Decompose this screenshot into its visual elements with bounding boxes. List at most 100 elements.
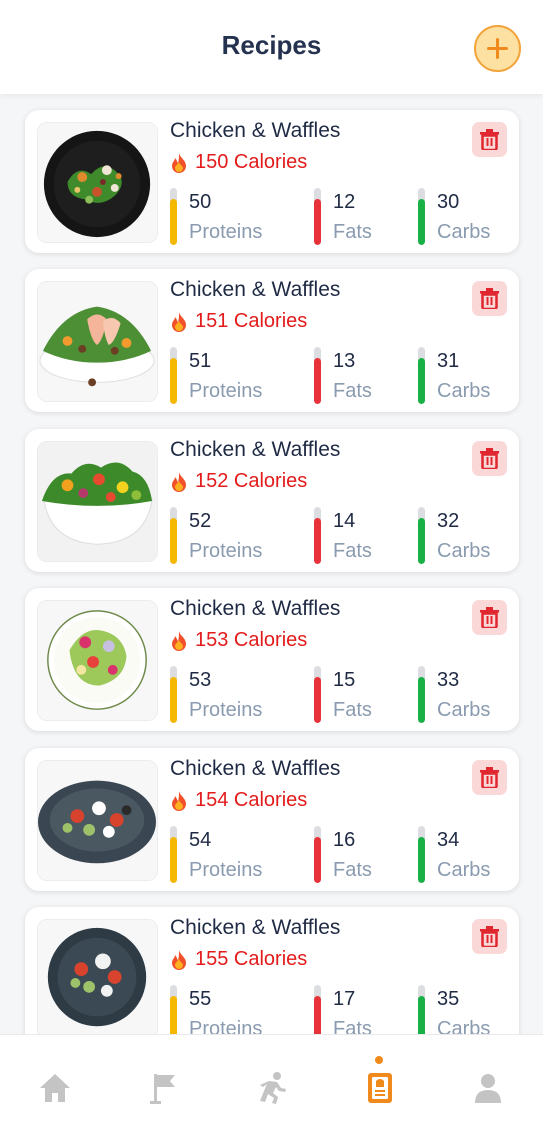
fats-label: Fats (333, 380, 372, 402)
nav-profile[interactable] (433, 1035, 541, 1125)
trash-icon (480, 607, 499, 628)
fats-value: 16 (333, 829, 356, 851)
carbs-value: 34 (437, 829, 460, 851)
proteins-label: Proteins (189, 540, 263, 562)
proteins-label: Proteins (189, 221, 263, 243)
recipe-name: Chicken & Waffles (170, 119, 341, 142)
calories-value: 152 Calories (195, 470, 308, 492)
delete-button[interactable] (472, 122, 507, 157)
flame-icon (172, 949, 186, 970)
proteins-fill (170, 677, 177, 723)
macro-fats: 15 Fats (314, 666, 424, 724)
proteins-label: Proteins (189, 1018, 263, 1034)
profile-icon (475, 1074, 501, 1103)
fats-label: Fats (333, 221, 372, 243)
trash-icon (480, 926, 499, 947)
delete-button[interactable] (472, 760, 507, 795)
proteins-fill (170, 518, 177, 564)
recipe-book-icon (368, 1073, 392, 1103)
carbs-fill (418, 518, 425, 564)
nav-goals[interactable] (108, 1035, 216, 1125)
proteins-fill (170, 837, 177, 883)
recipe-card[interactable]: Chicken & Waffles 151 Calories 51 Protei… (25, 269, 519, 412)
carbs-value: 32 (437, 510, 460, 532)
carbs-fill (418, 199, 425, 245)
fats-bar (314, 188, 321, 245)
recipe-name: Chicken & Waffles (170, 597, 341, 620)
carbs-fill (418, 358, 425, 404)
recipe-card[interactable]: Chicken & Waffles 150 Calories 50 Protei… (25, 110, 519, 253)
recipe-card[interactable]: Chicken & Waffles 155 Calories 55 Protei… (25, 907, 519, 1034)
delete-button[interactable] (472, 600, 507, 635)
app-header: Recipes (0, 0, 543, 94)
recipe-image (37, 760, 158, 881)
macro-carbs: 32 Carbs (418, 507, 528, 565)
add-recipe-button[interactable] (474, 25, 521, 72)
home-icon (40, 1074, 70, 1102)
fats-bar (314, 826, 321, 883)
proteins-value: 53 (189, 669, 212, 691)
nav-recipes[interactable] (325, 1035, 433, 1125)
recipe-image (37, 919, 158, 1034)
page-title: Recipes (221, 30, 322, 60)
proteins-value: 51 (189, 350, 212, 372)
proteins-label: Proteins (189, 380, 263, 402)
fats-label: Fats (333, 540, 372, 562)
macro-carbs: 31 Carbs (418, 347, 528, 405)
proteins-fill (170, 199, 177, 245)
flame-icon (172, 630, 186, 651)
macro-fats: 16 Fats (314, 826, 424, 884)
fats-fill (314, 996, 321, 1034)
carbs-bar (418, 985, 425, 1034)
calories: 153 Calories (171, 629, 307, 652)
proteins-value: 54 (189, 829, 212, 851)
carbs-label: Carbs (437, 540, 491, 562)
carbs-fill (418, 837, 425, 883)
flame-icon (172, 311, 186, 332)
fats-bar (314, 347, 321, 404)
carbs-label: Carbs (437, 380, 491, 402)
macro-proteins: 54 Proteins (170, 826, 280, 884)
fats-value: 12 (333, 191, 356, 213)
carbs-value: 30 (437, 191, 460, 213)
fats-value: 13 (333, 350, 356, 372)
proteins-fill (170, 996, 177, 1034)
fats-bar (314, 985, 321, 1034)
recipes-screen: Recipes Chicken & Waffles 150 Calories 5… (0, 0, 543, 1125)
carbs-fill (418, 996, 425, 1034)
trash-icon (480, 767, 499, 788)
delete-button[interactable] (472, 441, 507, 476)
recipe-list[interactable]: Chicken & Waffles 150 Calories 50 Protei… (0, 94, 543, 1034)
recipe-card[interactable]: Chicken & Waffles 154 Calories 54 Protei… (25, 748, 519, 891)
recipe-image (37, 122, 158, 243)
delete-button[interactable] (472, 919, 507, 954)
macro-proteins: 50 Proteins (170, 188, 280, 246)
carbs-label: Carbs (437, 859, 491, 881)
macro-carbs: 35 Carbs (418, 985, 528, 1034)
proteins-bar (170, 347, 177, 404)
macro-fats: 14 Fats (314, 507, 424, 565)
active-indicator (375, 1056, 383, 1064)
recipe-card[interactable]: Chicken & Waffles 153 Calories 53 Protei… (25, 588, 519, 731)
macro-fats: 17 Fats (314, 985, 424, 1034)
running-icon (260, 1072, 286, 1104)
proteins-fill (170, 358, 177, 404)
nav-activity[interactable] (217, 1035, 325, 1125)
macro-proteins: 55 Proteins (170, 985, 280, 1034)
calories-value: 154 Calories (195, 789, 308, 811)
proteins-value: 52 (189, 510, 212, 532)
delete-button[interactable] (472, 281, 507, 316)
fats-fill (314, 518, 321, 564)
proteins-bar (170, 507, 177, 564)
nav-home[interactable] (0, 1035, 108, 1125)
carbs-bar (418, 826, 425, 883)
macro-carbs: 30 Carbs (418, 188, 528, 246)
calories: 150 Calories (171, 151, 307, 174)
macro-proteins: 53 Proteins (170, 666, 280, 724)
fats-fill (314, 358, 321, 404)
recipe-card[interactable]: Chicken & Waffles 152 Calories 52 Protei… (25, 429, 519, 572)
proteins-bar (170, 188, 177, 245)
macro-proteins: 51 Proteins (170, 347, 280, 405)
carbs-bar (418, 188, 425, 245)
proteins-value: 55 (189, 988, 212, 1010)
